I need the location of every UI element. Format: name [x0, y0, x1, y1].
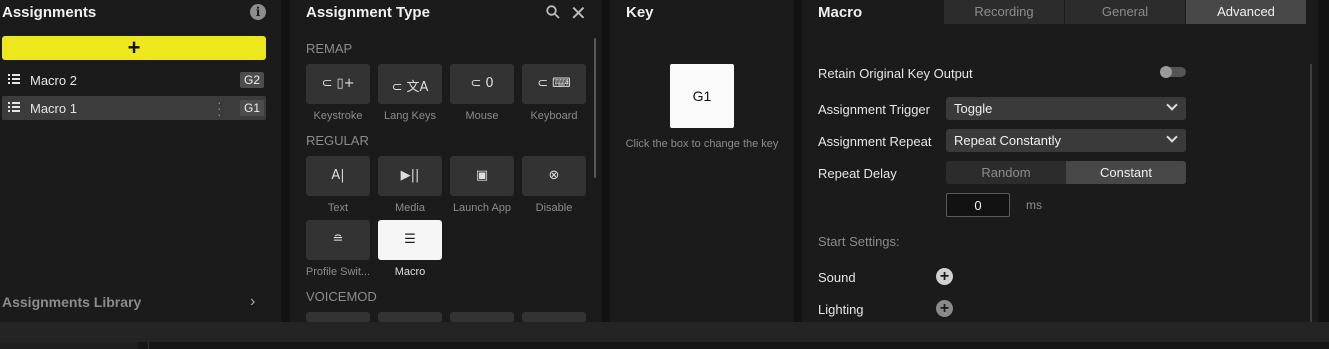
delay-unit-label: ms [1026, 198, 1042, 212]
assignment-repeat-select[interactable]: Repeat Constantly [946, 129, 1186, 152]
section-voicemod: VOICEMOD [306, 289, 377, 304]
tile-label: Mouse [465, 110, 499, 122]
tile-mouse[interactable]: ⊂ 0 [450, 64, 514, 104]
start-settings-label: Start Settings: [818, 234, 900, 249]
assignment-item-macro-2[interactable]: Macro 2 G2 [2, 68, 266, 92]
tile-label: Disable [535, 202, 573, 214]
add-lighting-icon[interactable]: + [936, 300, 953, 317]
tile-disable[interactable]: ⊗ [522, 156, 586, 196]
profile-switch-icon: ≘ [332, 232, 344, 247]
tile-launch-app[interactable]: ▣ [450, 156, 514, 196]
bottom-dark-region [0, 342, 138, 349]
key-select-box[interactable]: G1 [670, 64, 734, 128]
assignment-item-macro-1[interactable]: Macro 1 · · · G1 [2, 95, 266, 121]
tile-profile-switch[interactable]: ≘ [306, 220, 370, 260]
lighting-label: Lighting [818, 302, 864, 317]
sound-label: Sound [818, 270, 856, 285]
bottom-bar [0, 322, 1329, 342]
assignments-panel: Assignments i + Macro 2 G2 Macro 1 · · · G… [0, 0, 281, 322]
info-icon[interactable]: i [250, 4, 266, 20]
macro-tabs: Recording General Advanced [944, 0, 1306, 24]
macro-panel: Macro Recording General Advanced Retain … [802, 0, 1318, 322]
tile-voicemod[interactable] [378, 312, 442, 322]
assignment-label: Macro 2 [30, 73, 77, 88]
keyboard-icon: ⊂ ⌨ [537, 76, 571, 91]
tab-general[interactable]: General [1065, 0, 1186, 24]
key-panel: Key G1 Click the box to change the key [610, 0, 794, 322]
section-regular: REGULAR [306, 133, 369, 148]
tile-voicemod[interactable] [450, 312, 514, 322]
delay-constant-option[interactable]: Constant [1066, 161, 1186, 184]
tile-voicemod[interactable] [306, 312, 370, 322]
key-badge: G1 [239, 100, 264, 116]
search-icon[interactable] [546, 5, 560, 19]
tile-label: Profile Swit... [305, 266, 371, 278]
add-sound-icon[interactable]: + [936, 268, 953, 285]
tile-media[interactable]: ▶|| [378, 156, 442, 196]
tile-label: Keystroke [313, 110, 363, 122]
divider [148, 342, 149, 349]
tile-keyboard[interactable]: ⊂ ⌨ [522, 64, 586, 104]
tile-label: Launch App [452, 202, 512, 214]
chevron-down-icon [1166, 131, 1178, 143]
text-icon: A| [331, 168, 345, 183]
assignment-trigger-select[interactable]: Toggle [946, 97, 1186, 120]
list-icon [8, 74, 20, 85]
disable-icon: ⊗ [548, 168, 560, 183]
key-badge: G2 [239, 72, 264, 88]
more-options-icon[interactable]: · · · [217, 95, 222, 121]
repeat-delay-input[interactable] [946, 193, 1010, 217]
assignment-type-title: Assignment Type [306, 4, 430, 21]
tile-lang-keys[interactable]: ⊂ 文A [378, 64, 442, 104]
tile-label: Keyboard [530, 110, 578, 122]
macro-title: Macro [818, 4, 863, 21]
tile-macro[interactable]: ☰ [378, 220, 442, 260]
assignments-library-label[interactable]: Assignments Library [2, 294, 141, 310]
scrollbar[interactable] [594, 38, 596, 178]
retain-key-output-label: Retain Original Key Output [818, 66, 973, 81]
tab-recording[interactable]: Recording [944, 0, 1065, 24]
repeat-delay-label: Repeat Delay [818, 166, 897, 181]
assignment-trigger-label: Assignment Trigger [818, 102, 930, 117]
tile-label: Macro [394, 266, 426, 278]
delay-random-option[interactable]: Random [946, 161, 1066, 184]
close-icon[interactable]: ✕ [570, 1, 587, 26]
tile-label: Lang Keys [384, 110, 436, 122]
scrollbar[interactable] [1310, 64, 1312, 322]
repeat-delay-toggle: Random Constant [946, 161, 1186, 184]
media-icon: ▶|| [400, 168, 420, 183]
retain-key-output-toggle[interactable] [1160, 66, 1186, 78]
add-assignment-button[interactable]: + [2, 36, 266, 60]
keystroke-icon: ⊂ ▯+ [321, 76, 355, 91]
launch-app-icon: ▣ [475, 168, 489, 183]
tile-label: Media [395, 202, 425, 214]
tile-keystroke[interactable]: ⊂ ▯+ [306, 64, 370, 104]
tile-text[interactable]: A| [306, 156, 370, 196]
macro-icon: ☰ [404, 232, 416, 247]
key-title: Key [626, 4, 654, 21]
assignment-repeat-label: Assignment Repeat [818, 134, 932, 149]
assignment-trigger-value: Toggle [954, 101, 993, 116]
tab-advanced[interactable]: Advanced [1186, 0, 1306, 24]
assignment-repeat-value: Repeat Constantly [954, 133, 1061, 148]
assignment-label: Macro 1 [30, 101, 77, 116]
mouse-icon: ⊂ 0 [470, 76, 494, 91]
assignment-type-panel: Assignment Type ✕ REMAP ⊂ ▯+ ⊂ 文A ⊂ 0 ⊂ … [290, 0, 602, 322]
tile-voicemod[interactable] [522, 312, 586, 322]
chevron-right-icon[interactable]: › [250, 293, 255, 311]
list-icon [8, 102, 20, 113]
section-remap: REMAP [306, 41, 353, 56]
tile-label: Text [327, 202, 349, 214]
chevron-down-icon [1166, 99, 1178, 111]
lang-keys-icon: ⊂ 文A [391, 80, 429, 95]
key-hint: Click the box to change the key [625, 138, 779, 150]
assignments-title: Assignments [2, 4, 97, 21]
